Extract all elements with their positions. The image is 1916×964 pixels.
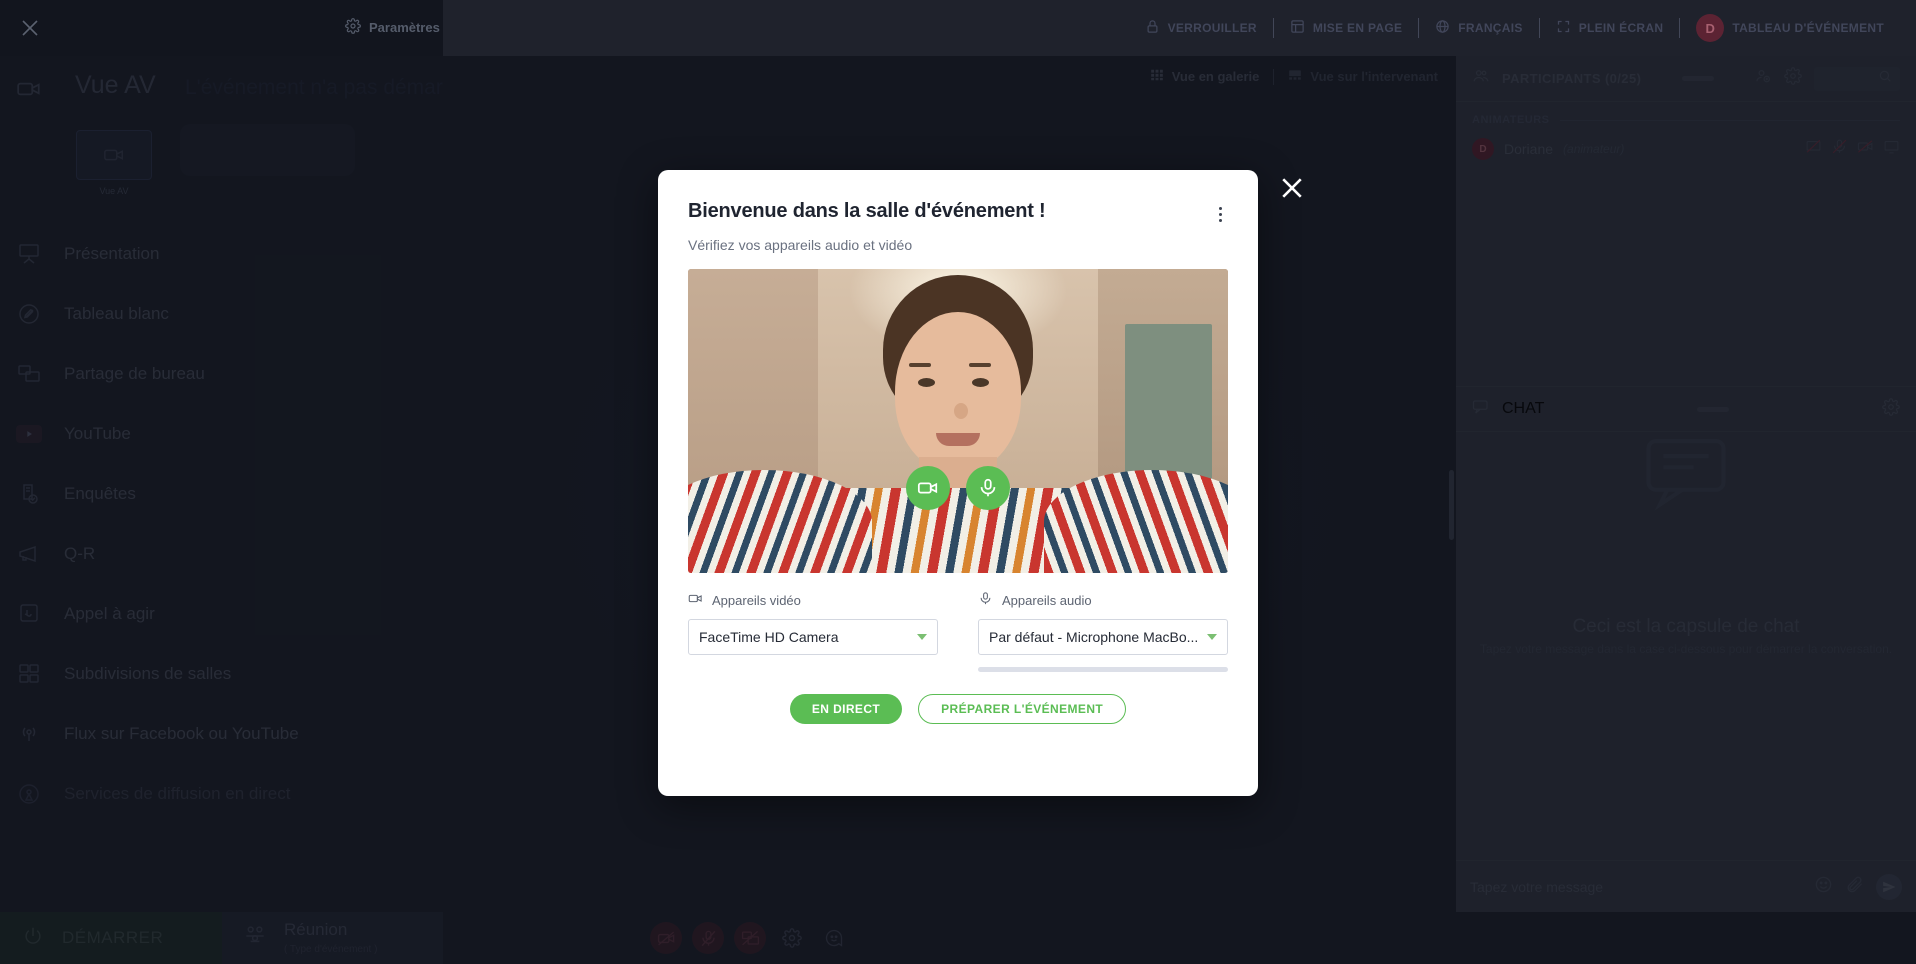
avatar: D <box>1696 14 1725 42</box>
device-selectors: Appareils vidéo FaceTime HD Camera Appar… <box>688 591 1228 672</box>
chevron-down-icon <box>917 634 927 640</box>
layout-button[interactable]: MISE EN PAGE <box>1274 19 1418 37</box>
dialog-close-icon[interactable] <box>1272 168 1312 208</box>
more-vertical-icon[interactable] <box>1210 204 1230 224</box>
camera-icon[interactable] <box>906 465 950 510</box>
camera-icon <box>688 591 703 609</box>
preview-device-buttons <box>906 465 1010 510</box>
dialog-title: Bienvenue dans la salle d'événement ! <box>688 200 1046 222</box>
audio-device-select[interactable]: Par défaut - Microphone MacBo... <box>978 619 1228 655</box>
prepare-event-button[interactable]: PRÉPARER L'ÉVÉNEMENT <box>918 694 1127 724</box>
audio-device-label: Appareils audio <box>1002 592 1092 608</box>
event-dashboard-label: TABLEAU D'ÉVÉNEMENT <box>1732 21 1884 35</box>
audio-device-column: Appareils audio Par défaut - Microphone … <box>978 591 1228 672</box>
lock-button[interactable]: VERROUILLER <box>1129 19 1273 37</box>
go-live-button[interactable]: EN DIRECT <box>789 694 903 724</box>
mic-icon <box>978 591 993 609</box>
event-dashboard-button[interactable]: D TABLEAU D'ÉVÉNEMENT <box>1680 14 1900 42</box>
dialog-actions: EN DIRECT PRÉPARER L'ÉVÉNEMENT <box>688 694 1228 724</box>
fullscreen-button[interactable]: PLEIN ÉCRAN <box>1540 19 1680 37</box>
gear-icon <box>345 18 361 37</box>
audio-level-meter <box>978 667 1228 672</box>
top-bar-tools: VERROUILLER MISE EN PAGE FRANÇAIS PLEIN … <box>1129 0 1900 56</box>
audio-device-value: Par défaut - Microphone MacBo... <box>989 629 1199 645</box>
settings-button[interactable]: Paramètres <box>345 18 440 37</box>
video-preview <box>688 269 1228 573</box>
event-room-app: Paramètres VERROUILLER MISE EN PAGE FRAN… <box>0 0 1916 964</box>
audio-device-label-row: Appareils audio <box>978 591 1228 609</box>
mic-icon[interactable] <box>966 465 1010 510</box>
layout-label: MISE EN PAGE <box>1312 21 1403 35</box>
lock-icon <box>1145 19 1160 37</box>
settings-label: Paramètres <box>369 20 440 35</box>
language-label: FRANÇAIS <box>1458 21 1523 35</box>
chevron-down-icon <box>1207 634 1217 640</box>
fullscreen-icon <box>1556 19 1571 37</box>
close-icon[interactable] <box>12 10 48 46</box>
video-device-select[interactable]: FaceTime HD Camera <box>688 619 938 655</box>
layout-icon <box>1290 19 1305 37</box>
language-button[interactable]: FRANÇAIS <box>1419 19 1538 37</box>
welcome-dialog: Bienvenue dans la salle d'événement ! Vé… <box>658 170 1258 796</box>
video-device-column: Appareils vidéo FaceTime HD Camera <box>688 591 938 672</box>
dialog-subtitle: Vérifiez vos appareils audio et vidéo <box>688 237 913 253</box>
video-device-label: Appareils vidéo <box>712 592 801 608</box>
fullscreen-label: PLEIN ÉCRAN <box>1578 21 1664 35</box>
globe-icon <box>1435 19 1450 37</box>
lock-label: VERROUILLER <box>1167 21 1257 35</box>
video-device-label-row: Appareils vidéo <box>688 591 938 609</box>
video-device-value: FaceTime HD Camera <box>699 629 839 645</box>
